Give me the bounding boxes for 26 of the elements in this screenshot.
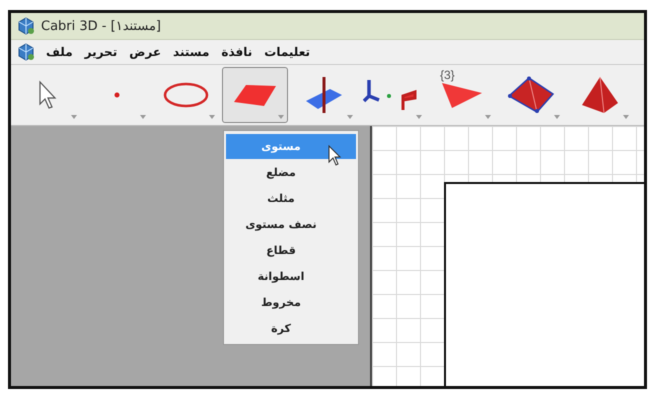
menu-item[interactable]: تعليمات bbox=[263, 45, 311, 59]
window-title: Cabri 3D - [مستند١] bbox=[41, 18, 161, 34]
menu-item[interactable]: تحرير bbox=[84, 45, 118, 59]
pointer-icon bbox=[37, 80, 59, 110]
menu-item[interactable]: مستند bbox=[172, 45, 210, 59]
ellipse-icon bbox=[162, 81, 210, 109]
cursor-icon bbox=[328, 145, 344, 167]
dropdown-item[interactable]: قطاع bbox=[226, 238, 356, 263]
menu-item[interactable]: ملف bbox=[45, 45, 74, 59]
dropdown-item[interactable]: كرة bbox=[226, 316, 356, 341]
pyramid-icon bbox=[580, 75, 620, 115]
triangle-icon bbox=[440, 81, 484, 109]
point-icon bbox=[113, 91, 121, 99]
dropdown-item[interactable]: مضلع bbox=[226, 160, 356, 185]
menu-item[interactable]: نافذة bbox=[220, 45, 254, 59]
app-icon bbox=[17, 17, 35, 35]
dropdown-item[interactable]: مخروط bbox=[226, 290, 356, 315]
perpendicular-plane-icon bbox=[304, 75, 344, 115]
dropdown-item[interactable]: اسطوانة bbox=[226, 264, 356, 289]
app-icon bbox=[17, 43, 35, 61]
tool-button[interactable]: {3} bbox=[429, 67, 495, 123]
dropdown-item[interactable]: نصف مستوى bbox=[226, 212, 356, 237]
plane-icon bbox=[232, 82, 278, 108]
dropdown-item[interactable]: مثلث bbox=[226, 186, 356, 211]
menu-item[interactable]: عرض bbox=[128, 45, 162, 59]
tetrahedron-icon bbox=[507, 76, 555, 114]
